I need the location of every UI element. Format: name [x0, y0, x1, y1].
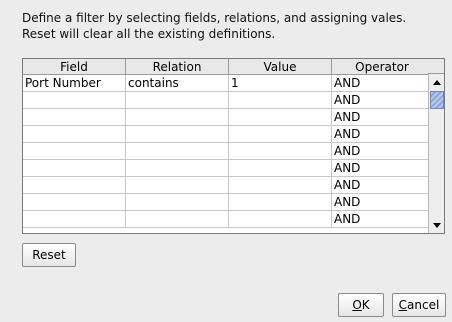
relation-cell[interactable]: [125, 108, 229, 126]
table-row[interactable]: AND: [23, 108, 433, 126]
value-cell[interactable]: 1: [228, 74, 332, 92]
cancel-label-rest: ancel: [407, 298, 440, 312]
relation-cell[interactable]: [125, 159, 229, 177]
value-cell[interactable]: [228, 142, 332, 160]
field-cell[interactable]: [23, 193, 126, 211]
filter-table[interactable]: Field Relation Value Operator Port Numbe…: [22, 58, 445, 234]
vertical-scrollbar[interactable]: [428, 59, 444, 233]
reset-button[interactable]: Reset: [22, 243, 76, 267]
field-cell[interactable]: [23, 176, 126, 194]
operator-cell[interactable]: AND: [331, 74, 433, 92]
cancel-mnemonic: C: [398, 298, 408, 312]
ok-label-rest: K: [361, 298, 370, 312]
operator-cell[interactable]: AND: [331, 91, 433, 109]
arrow-up-icon: [432, 79, 441, 85]
table-row[interactable]: AND: [23, 125, 433, 143]
table-row[interactable]: AND: [23, 159, 433, 177]
field-cell[interactable]: [23, 108, 126, 126]
operator-cell[interactable]: AND: [331, 108, 433, 126]
relation-cell[interactable]: [125, 193, 229, 211]
table-row[interactable]: Port Number contains 1 AND: [23, 74, 433, 92]
table-header-row: Field Relation Value Operator: [23, 59, 433, 75]
field-cell[interactable]: [23, 142, 126, 160]
table-row[interactable]: AND: [23, 210, 433, 228]
field-cell[interactable]: [23, 91, 126, 109]
value-cell[interactable]: [228, 193, 332, 211]
ok-button[interactable]: OK: [338, 293, 384, 317]
value-cell[interactable]: [228, 159, 332, 177]
table-row[interactable]: AND: [23, 91, 433, 109]
relation-cell[interactable]: [125, 142, 229, 160]
value-cell[interactable]: [228, 91, 332, 109]
field-cell[interactable]: [23, 210, 126, 228]
instructions: Define a filter by selecting fields, rel…: [22, 10, 406, 42]
column-header-field[interactable]: Field: [23, 59, 126, 75]
instructions-line-2: Reset will clear all the existing defini…: [22, 27, 276, 41]
scroll-down-button[interactable]: [429, 217, 444, 233]
field-cell[interactable]: [23, 125, 126, 143]
scrollbar-thumb[interactable]: [430, 91, 444, 109]
instructions-line-1: Define a filter by selecting fields, rel…: [22, 11, 407, 25]
value-cell[interactable]: [228, 210, 332, 228]
value-cell[interactable]: [228, 176, 332, 194]
table-row[interactable]: AND: [23, 142, 433, 160]
column-header-operator[interactable]: Operator: [331, 59, 433, 75]
table-row[interactable]: AND: [23, 193, 433, 211]
relation-cell[interactable]: [125, 125, 229, 143]
operator-cell[interactable]: AND: [331, 176, 433, 194]
operator-cell[interactable]: AND: [331, 125, 433, 143]
operator-cell[interactable]: AND: [331, 210, 433, 228]
column-header-relation[interactable]: Relation: [125, 59, 229, 75]
field-cell[interactable]: [23, 159, 126, 177]
relation-cell[interactable]: [125, 91, 229, 109]
cancel-button[interactable]: Cancel: [392, 293, 446, 317]
scroll-up-button[interactable]: [429, 74, 444, 90]
column-header-value[interactable]: Value: [228, 59, 332, 75]
value-cell[interactable]: [228, 125, 332, 143]
operator-cell[interactable]: AND: [331, 193, 433, 211]
operator-cell[interactable]: AND: [331, 142, 433, 160]
value-cell[interactable]: [228, 108, 332, 126]
relation-cell[interactable]: [125, 176, 229, 194]
field-cell[interactable]: Port Number: [23, 74, 126, 92]
relation-cell[interactable]: [125, 210, 229, 228]
operator-cell[interactable]: AND: [331, 159, 433, 177]
scrollbar-corner: [428, 59, 444, 74]
ok-mnemonic: O: [352, 298, 362, 312]
table-row[interactable]: AND: [23, 176, 433, 194]
relation-cell[interactable]: contains: [125, 74, 229, 92]
arrow-down-icon: [432, 222, 441, 228]
